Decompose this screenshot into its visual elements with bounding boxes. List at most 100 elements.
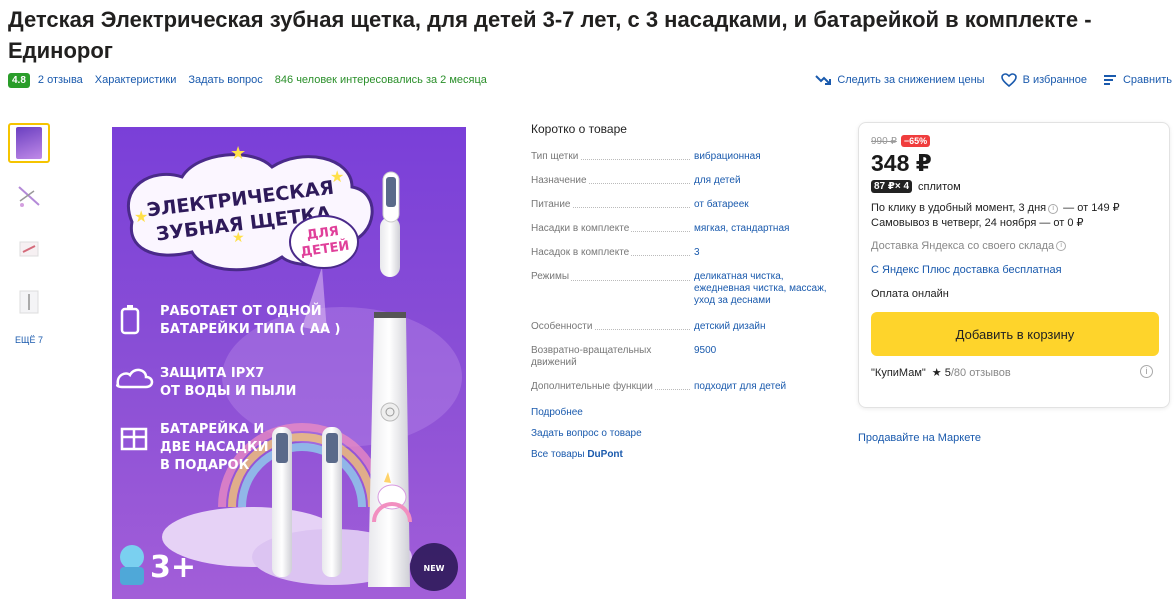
yandex-delivery-text: Доставка Яндекса со своего склада xyxy=(871,240,1055,252)
star-decoration: ★ xyxy=(134,207,148,226)
current-price: 348 ₽ xyxy=(871,150,932,176)
image-feature1-line1: РАБОТАЕТ ОТ ОДНОЙ xyxy=(160,303,322,319)
spec-value[interactable]: 9500 xyxy=(694,345,831,369)
delivery-click-text: По клику в удобный момент, 3 дня xyxy=(871,202,1047,214)
info-icon[interactable]: i xyxy=(1048,204,1059,214)
track-price-button[interactable]: Следить за снижением цены xyxy=(815,74,985,86)
characteristics-link[interactable]: Характеристики xyxy=(95,74,177,86)
spec-row: Режимы деликатная чистка, ежедневная чис… xyxy=(531,271,831,307)
image-new-stamp: NEW xyxy=(424,564,445,573)
thumbnail-image xyxy=(19,241,39,257)
spec-key: Назначение xyxy=(531,175,589,186)
old-price: 990 ₽ xyxy=(871,135,897,147)
spec-value[interactable]: вибрационная xyxy=(694,151,831,163)
spec-row: Особенности детский дизайн xyxy=(531,321,831,333)
interest-counter: 846 человек интересовались за 2 месяца xyxy=(274,74,487,86)
thumbnail-list: ЕЩЁ 7 xyxy=(8,123,50,345)
split-row[interactable]: 87 ₽× 4 сплитом xyxy=(871,180,1157,193)
split-times: × 4 xyxy=(894,181,910,192)
compare-button[interactable]: Сравнить xyxy=(1103,74,1172,86)
image-feature1-line2: БАТАРЕЙКИ ТИПА ( АА ) xyxy=(160,321,341,337)
split-amount: 87 ₽ xyxy=(874,181,895,192)
thumbnail-image xyxy=(19,290,39,314)
spec-key: Дополнительные функции xyxy=(531,381,655,392)
spec-key: Тип щетки xyxy=(531,151,581,162)
discount-badge: −65% xyxy=(900,135,931,147)
spec-key: Питание xyxy=(531,199,573,210)
spec-value[interactable]: деликатная чистка, ежедневная чистка, ма… xyxy=(694,271,831,307)
delivery-click-price: — от 149 ₽ xyxy=(1060,202,1120,214)
more-details-link[interactable]: Подробнее xyxy=(531,407,831,418)
short-specs-heading: Коротко о товаре xyxy=(531,122,627,136)
buy-card: 990 ₽ −65% 348 ₽ 87 ₽× 4 сплитом По клик… xyxy=(858,122,1170,408)
heart-icon xyxy=(1000,73,1017,87)
spec-row: Насадок в комплекте 3 xyxy=(531,247,831,259)
compare-label: Сравнить xyxy=(1122,74,1172,86)
image-feature3-line3: В ПОДАРОК xyxy=(160,458,250,473)
info-icon[interactable]: i xyxy=(1056,241,1067,251)
delivery-info: По клику в удобный момент, 3 дня i — от 1… xyxy=(871,201,1157,231)
compare-icon xyxy=(1103,75,1116,85)
spec-value[interactable]: 3 xyxy=(694,247,831,259)
brand-name: DuPont xyxy=(587,449,623,460)
star-decoration: ★ xyxy=(232,230,245,246)
spec-row: Насадки в комплекте мягкая, стандартная xyxy=(531,223,831,235)
thumbnail-2[interactable] xyxy=(8,176,50,216)
seller-name[interactable]: "КупиМам" xyxy=(871,367,926,379)
seller-row: "КупиМам" ★ 5 /80 отзывов i xyxy=(871,365,1157,379)
image-feature3-line2: ДВЕ НАСАДКИ xyxy=(160,440,269,455)
sell-on-market-link[interactable]: Продавайте на Маркете xyxy=(858,432,981,444)
spec-key: Особенности xyxy=(531,321,595,332)
spec-key: Возвратно-вращательных движений xyxy=(531,345,652,368)
spec-value[interactable]: детский дизайн xyxy=(694,321,831,333)
spec-value[interactable]: от батареек xyxy=(694,199,831,211)
spec-key: Насадок в комплекте xyxy=(531,247,632,258)
spec-row: Возвратно-вращательных движений 9500 xyxy=(531,345,831,369)
image-feature2-line2: ОТ ВОДЫ И ПЫЛИ xyxy=(160,384,296,399)
ask-about-product-link[interactable]: Задать вопрос о товаре xyxy=(531,428,831,439)
spec-row: Назначение для детей xyxy=(531,175,831,187)
star-decoration: ★ xyxy=(330,167,344,186)
image-feature3-line1: БАТАРЕЙКА И xyxy=(160,421,264,437)
main-product-image[interactable]: ЭЛЕКТРИЧЕСКАЯ ЗУБНАЯ ЩЕТКА ДЛЯ ДЕТЕЙ ★ ★… xyxy=(112,127,466,599)
split-badge: 87 ₽× 4 xyxy=(871,180,913,193)
thumbnail-4[interactable] xyxy=(8,282,50,322)
all-brand-goods-link[interactable]: Все товары DuPont xyxy=(531,449,831,460)
gallery-more-link[interactable]: ЕЩЁ 7 xyxy=(8,335,50,345)
rating-badge[interactable]: 4.8 xyxy=(8,72,30,88)
image-feature2-line1: ЗАЩИТА IPX7 xyxy=(160,366,264,381)
add-to-cart-button[interactable]: Добавить в корзину xyxy=(871,312,1159,356)
split-label: сплитом xyxy=(918,180,961,193)
thumbnail-image xyxy=(16,127,42,159)
delivery-click-line: По клику в удобный момент, 3 дня i — от 1… xyxy=(871,201,1157,216)
favorite-label: В избранное xyxy=(1022,74,1087,86)
spec-value[interactable]: подходит для детей xyxy=(694,381,831,393)
seller-reviews-link[interactable]: /80 отзывов xyxy=(951,367,1011,379)
spec-key: Насадки в комплекте xyxy=(531,223,632,234)
thumbnail-1[interactable] xyxy=(8,123,50,163)
spec-row: Тип щетки вибрационная xyxy=(531,151,831,163)
product-meta-row: 4.8 2 отзыва Характеристики Задать вопро… xyxy=(8,70,487,90)
seller-rating: ★ 5 xyxy=(931,367,951,379)
seller-info-icon[interactable]: i xyxy=(1140,365,1153,378)
star-decoration: ★ xyxy=(230,143,246,164)
thumbnail-image xyxy=(18,186,40,207)
product-title: Детская Электрическая зубная щетка, для … xyxy=(8,7,1092,63)
yandex-delivery-line: Доставка Яндекса со своего склада i xyxy=(871,240,1157,252)
product-image-illustration: ЭЛЕКТРИЧЕСКАЯ ЗУБНАЯ ЩЕТКА ДЛЯ ДЕТЕЙ ★ ★… xyxy=(112,127,466,599)
spec-value[interactable]: для детей xyxy=(694,175,831,187)
short-specs: Коротко о товаре Тип щетки вибрационная … xyxy=(531,122,831,470)
thumbnail-3[interactable] xyxy=(8,229,50,269)
product-actions: Следить за снижением цены В избранное Ср… xyxy=(799,70,1172,90)
payment-info: Оплата онлайн xyxy=(871,288,949,300)
spec-row: Дополнительные функции подходит для дете… xyxy=(531,381,831,393)
favorite-button[interactable]: В избранное xyxy=(1000,73,1087,87)
ask-question-link[interactable]: Задать вопрос xyxy=(188,74,262,86)
reviews-link[interactable]: 2 отзыва xyxy=(38,74,83,86)
plus-delivery-link[interactable]: С Яндекс Плюс доставка бесплатная xyxy=(871,264,1157,276)
pickup-line: Самовывоз в четверг, 24 ноября — от 0 ₽ xyxy=(871,217,1084,229)
all-goods-prefix: Все товары xyxy=(531,449,588,460)
spec-key: Режимы xyxy=(531,271,572,282)
spec-row: Питание от батареек xyxy=(531,199,831,211)
spec-value[interactable]: мягкая, стандартная xyxy=(694,223,831,235)
